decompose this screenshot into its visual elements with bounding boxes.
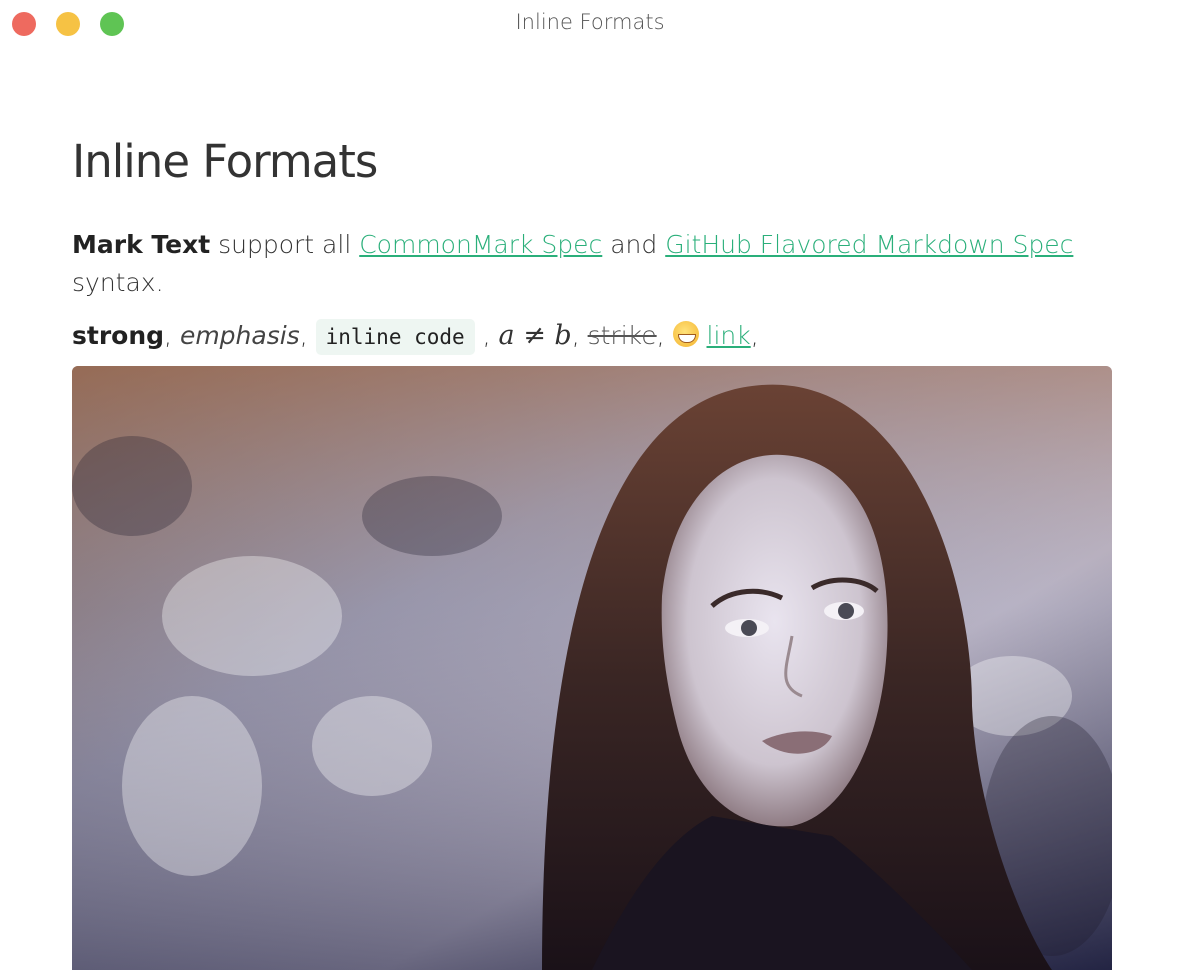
intro-paragraph[interactable]: Mark Text support all CommonMark Spec an…	[72, 226, 1112, 302]
separator: ,	[299, 321, 316, 350]
intro-text-3: syntax.	[72, 268, 164, 297]
title-bar: Inline Formats	[0, 0, 1180, 48]
inline-code-example: inline code	[315, 319, 475, 355]
document-heading[interactable]: Inline Formats	[72, 132, 1112, 192]
inline-math-example: a ≠ b	[498, 320, 572, 351]
portrait-image	[72, 366, 1112, 970]
intro-text-1: support all	[210, 230, 360, 259]
separator: ,	[750, 321, 759, 350]
gfm-spec-link[interactable]: GitHub Flavored Markdown Spec	[665, 230, 1073, 259]
strike-example: strike	[587, 321, 657, 350]
intro-text-2: and	[602, 230, 666, 259]
commonmark-spec-link[interactable]: CommonMark Spec	[359, 230, 602, 259]
strong-example: strong	[72, 321, 165, 350]
separator: ,	[656, 321, 673, 350]
inline-formats-paragraph[interactable]: strong, emphasis, inline code , a ≠ b, s…	[72, 316, 1112, 357]
editor-content[interactable]: Inline Formats Mark Text support all Com…	[72, 132, 1112, 357]
window-title: Inline Formats	[515, 10, 665, 34]
intro-strong-text: Mark Text	[72, 230, 211, 259]
emphasis-example: emphasis	[179, 321, 300, 350]
grinning-face-emoji-icon	[672, 321, 699, 347]
separator: ,	[571, 321, 588, 350]
inline-link-example[interactable]: link	[707, 321, 751, 350]
separator: ,	[164, 321, 180, 350]
separator: ,	[474, 321, 499, 350]
portrait-photo[interactable]	[72, 366, 1112, 970]
